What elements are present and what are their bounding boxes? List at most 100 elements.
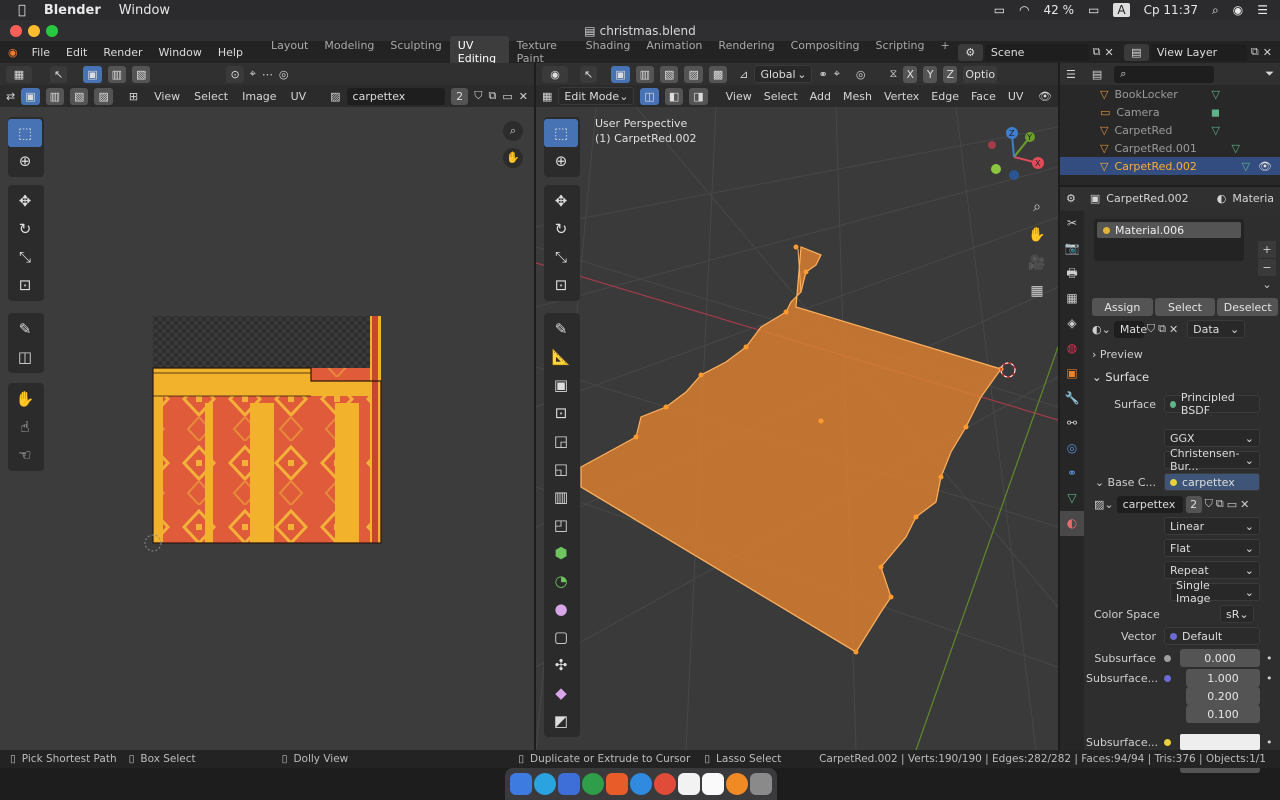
vp-loopcut-tool[interactable]: ▥ <box>544 483 578 511</box>
mat-unlink-icon[interactable]: ✕ <box>1169 323 1178 336</box>
link-data-dropdown[interactable]: Data ⌄ <box>1187 320 1246 338</box>
mode-dropdown[interactable]: Edit Mode ⌄ <box>558 87 635 105</box>
uv-grab-tool[interactable]: ✋ <box>8 385 42 413</box>
subsurface-method-dropdown[interactable]: Christensen-Bur... ⌄ <box>1164 447 1260 473</box>
outliner-item-booklocker[interactable]: ▽ BookLocker ▽ <box>1060 85 1280 103</box>
select-intersect-icon[interactable]: ▩ <box>708 65 728 83</box>
subsurface-value[interactable]: 0.000 <box>1180 649 1260 667</box>
apple-icon[interactable]:  <box>18 3 26 18</box>
clock[interactable]: Ср 11:37 <box>1144 3 1198 17</box>
sss-radius-z[interactable]: 0.100 <box>1186 705 1260 723</box>
vp-annotate-tool[interactable]: ✎ <box>544 315 578 343</box>
uv-menu-select[interactable]: Select <box>194 90 228 103</box>
vp-select-tool[interactable]: ⬚ <box>544 119 578 147</box>
outliner-editor-icon[interactable]: ☰ <box>1066 68 1076 81</box>
tool-tab-icon[interactable]: ✂ <box>1060 211 1084 236</box>
mirror-icon[interactable]: ⧖ <box>890 67 898 81</box>
vp-smooth-tool[interactable]: ● <box>544 595 578 623</box>
physics-tab-icon[interactable]: ◎ <box>1060 436 1084 461</box>
outliner-search-input[interactable]: ⌕ <box>1114 65 1215 83</box>
vp-zoom-icon[interactable]: ⌕ <box>1026 193 1048 221</box>
mirror-x-button[interactable]: X <box>903 65 918 83</box>
modifier-tab-icon[interactable]: 🔧 <box>1060 386 1084 411</box>
vp-move-tool[interactable]: ✥ <box>544 187 578 215</box>
constraints-tab-icon[interactable]: ⚭ <box>1060 461 1084 486</box>
menu-render[interactable]: Render <box>103 46 142 59</box>
preview-panel-header[interactable]: › Preview <box>1092 348 1143 361</box>
vp-menu-uv[interactable]: UV <box>1008 90 1024 103</box>
mirror-z-button[interactable]: Z <box>943 65 958 83</box>
orientation-icon[interactable]: ⊿ <box>739 68 748 81</box>
outliner-display-icon[interactable]: ▤ <box>1092 68 1102 81</box>
vp-rip-tool[interactable]: ◩ <box>544 707 578 735</box>
navigation-gizmo[interactable]: X Y Z <box>984 125 1048 187</box>
vp-scale-tool[interactable]: ⤡ <box>544 243 578 271</box>
outliner-item-carpetred-002[interactable]: ▽ CarpetRed.002 ▽ 👁 <box>1060 157 1280 175</box>
edge-select-icon[interactable]: ▥ <box>107 65 127 83</box>
vp-shrink-tool[interactable]: ✣ <box>544 651 578 679</box>
menu-help[interactable]: Help <box>218 46 243 59</box>
uv-move-tool[interactable]: ✥ <box>8 187 42 215</box>
uv-transform-tool[interactable]: ⊡ <box>8 271 42 299</box>
safari-icon[interactable] <box>630 773 652 795</box>
source-dropdown[interactable]: Single Image ⌄ <box>1170 579 1260 605</box>
mesh-vertex-mode-icon[interactable]: ◫ <box>640 87 659 105</box>
image-browse-icon[interactable]: ▨ <box>330 90 340 103</box>
vp-cursor-tool[interactable]: ⊕ <box>544 147 578 175</box>
uv-zoom-icon[interactable]: ⌕ <box>503 121 523 141</box>
uv-cursor-tool[interactable]: ⊕ <box>8 147 42 175</box>
outliner-item-carpetred[interactable]: ▽ CarpetRed ▽ <box>1060 121 1280 139</box>
vp-pan-icon[interactable]: ✋ <box>1026 221 1048 249</box>
vp-ortho-grid-icon[interactable]: ▦ <box>1026 277 1048 305</box>
interpolation-dropdown[interactable]: Linear ⌄ <box>1164 517 1260 535</box>
vector-socket-field[interactable]: Default <box>1164 627 1260 645</box>
uv-island-mode-icon[interactable]: ▨ <box>94 87 113 105</box>
telegram-icon[interactable] <box>534 773 556 795</box>
base-color-field[interactable]: carpettex <box>1164 473 1260 491</box>
view-layer-field[interactable]: View Layer <box>1150 43 1247 61</box>
assign-button[interactable]: Assign <box>1092 298 1153 316</box>
zoom-window-button[interactable] <box>46 25 58 37</box>
deselect-button[interactable]: Deselect <box>1217 298 1279 316</box>
view-layer-copy-icon[interactable]: ⧉ <box>1251 45 1259 59</box>
notion-icon[interactable] <box>702 773 724 795</box>
vp-menu-vertex[interactable]: Vertex <box>884 90 919 103</box>
select-invert-icon[interactable]: ▨ <box>684 65 703 83</box>
select-subtract-icon[interactable]: ▧ <box>660 65 679 83</box>
vp-measure-tool[interactable]: 📐 <box>544 343 578 371</box>
mat-copy-icon[interactable]: ⧉ <box>1158 322 1166 336</box>
surface-panel-header[interactable]: ⌄ Surface <box>1092 370 1149 384</box>
proportional-icon[interactable]: ◎ <box>279 68 289 81</box>
menu-window[interactable]: Window <box>119 3 170 18</box>
battery-text[interactable]: 42 % <box>1044 3 1075 17</box>
outliner-item-camera[interactable]: ▭ Camera ◼ <box>1060 103 1280 121</box>
face-select-icon[interactable]: ▧ <box>132 65 151 83</box>
vp-menu-edge[interactable]: Edge <box>931 90 959 103</box>
select-new-icon[interactable]: ▣ <box>611 65 630 83</box>
siri-icon[interactable]: ◉ <box>1233 3 1243 17</box>
vp-menu-add[interactable]: Add <box>810 90 831 103</box>
texture-users-count[interactable]: 2 <box>1185 495 1202 513</box>
trash-icon[interactable] <box>750 773 772 795</box>
uv-select-box-tool[interactable]: ⬚ <box>8 119 42 147</box>
vp-spin-tool[interactable]: ◔ <box>544 567 578 595</box>
remove-slot-button[interactable]: − <box>1258 259 1276 276</box>
blender-logo-icon[interactable]: ◉ <box>8 46 18 59</box>
vp-extrude-tool[interactable]: ⊡ <box>544 399 578 427</box>
blender-dock-icon[interactable] <box>726 773 748 795</box>
render-tab-icon[interactable]: 📷 <box>1060 236 1084 261</box>
spotlight-icon[interactable]: ⌕ <box>1212 3 1219 18</box>
vertex-select-icon[interactable]: ▣ <box>83 65 102 83</box>
scene-field[interactable]: Scene <box>984 43 1089 61</box>
vp-transform-tool[interactable]: ⊡ <box>544 271 578 299</box>
select-tool-icon[interactable]: ↖ <box>50 65 68 83</box>
image-close-icon[interactable]: ✕ <box>519 90 528 103</box>
uv-sync-icon[interactable]: ⇄ <box>6 90 15 103</box>
vp-shear-tool[interactable]: ◆ <box>544 679 578 707</box>
uv-annotate-tool[interactable]: ✎ <box>8 315 42 343</box>
vp-camera-icon[interactable]: 🎥 <box>1026 249 1048 277</box>
uv-menu-view[interactable]: View <box>154 90 180 103</box>
mesh-face-mode-icon[interactable]: ◨ <box>689 87 708 105</box>
sss-radius-y[interactable]: 0.200 <box>1186 687 1260 705</box>
onedrive-icon[interactable] <box>558 773 580 795</box>
